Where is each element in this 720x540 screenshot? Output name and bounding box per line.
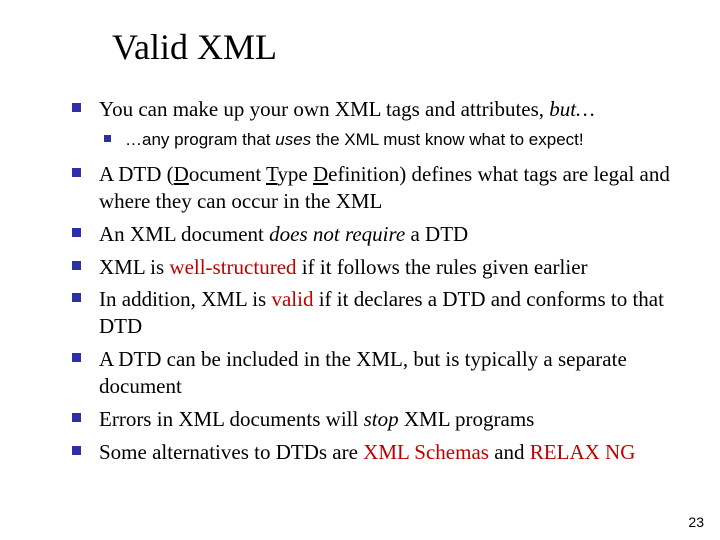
bullet-6: A DTD can be included in the XML, but is… (72, 346, 672, 400)
square-bullet-icon (72, 228, 81, 237)
bullet-3: An XML document does not require a DTD (72, 221, 672, 248)
bullet-5: In addition, XML is valid if it declares… (72, 286, 672, 340)
text-run: ype (277, 162, 313, 186)
text-run-italic: but… (549, 97, 595, 121)
text-run-underline: D (174, 162, 189, 186)
sub-bullets: …any program that uses the XML must know… (104, 129, 672, 151)
bullet-1: You can make up your own XML tags and at… (72, 96, 672, 123)
text-run-underline: D (313, 162, 328, 186)
text-run: XML is (99, 255, 169, 279)
text-run: An XML document (99, 222, 269, 246)
text-run-italic: stop (364, 407, 399, 431)
bullet-7: Errors in XML documents will stop XML pr… (72, 406, 672, 433)
text-run: XML programs (399, 407, 535, 431)
text-run: the XML must know what to expect! (311, 130, 583, 149)
sub-bullet-1: …any program that uses the XML must know… (104, 129, 672, 151)
slide: Valid XML You can make up your own XML t… (0, 0, 720, 540)
text-run-red: well-structured (169, 255, 296, 279)
bullet-4-text: XML is well-structured if it follows the… (99, 254, 672, 281)
bullet-7-text: Errors in XML documents will stop XML pr… (99, 406, 672, 433)
bullet-1-text: You can make up your own XML tags and at… (99, 96, 672, 123)
text-run: Errors in XML documents will (99, 407, 364, 431)
text-run: if it follows the rules given earlier (297, 255, 588, 279)
text-run: You can make up your own XML tags and at… (99, 97, 549, 121)
bullet-4: XML is well-structured if it follows the… (72, 254, 672, 281)
slide-title: Valid XML (112, 26, 696, 68)
text-run: and (489, 440, 530, 464)
text-run-italic: does not require (269, 222, 405, 246)
bullet-8: Some alternatives to DTDs are XML Schema… (72, 439, 672, 466)
text-run-red: valid (271, 287, 313, 311)
bullet-3-text: An XML document does not require a DTD (99, 221, 672, 248)
text-run-underline: T (266, 162, 277, 186)
square-bullet-icon (72, 353, 81, 362)
text-run: A DTD ( (99, 162, 174, 186)
text-run: Some alternatives to DTDs are (99, 440, 363, 464)
bullet-8-text: Some alternatives to DTDs are XML Schema… (99, 439, 672, 466)
square-bullet-icon (72, 103, 81, 112)
slide-body: You can make up your own XML tags and at… (72, 96, 672, 466)
square-bullet-icon (72, 261, 81, 270)
square-bullet-icon (104, 135, 111, 142)
text-run: a DTD (405, 222, 468, 246)
bullet-6-text: A DTD can be included in the XML, but is… (99, 346, 672, 400)
text-run: ocument (189, 162, 266, 186)
sub-bullet-1-text: …any program that uses the XML must know… (125, 129, 672, 151)
bullet-2: A DTD (Document Type Definition) defines… (72, 161, 672, 215)
text-run: In addition, XML is (99, 287, 271, 311)
text-run-italic: uses (275, 130, 311, 149)
text-run-red: RELAX NG (530, 440, 636, 464)
square-bullet-icon (72, 413, 81, 422)
page-number: 23 (688, 514, 704, 530)
square-bullet-icon (72, 168, 81, 177)
square-bullet-icon (72, 446, 81, 455)
square-bullet-icon (72, 293, 81, 302)
bullet-2-text: A DTD (Document Type Definition) defines… (99, 161, 672, 215)
text-run: …any program that (125, 130, 275, 149)
bullet-5-text: In addition, XML is valid if it declares… (99, 286, 672, 340)
text-run-red: XML Schemas (363, 440, 489, 464)
